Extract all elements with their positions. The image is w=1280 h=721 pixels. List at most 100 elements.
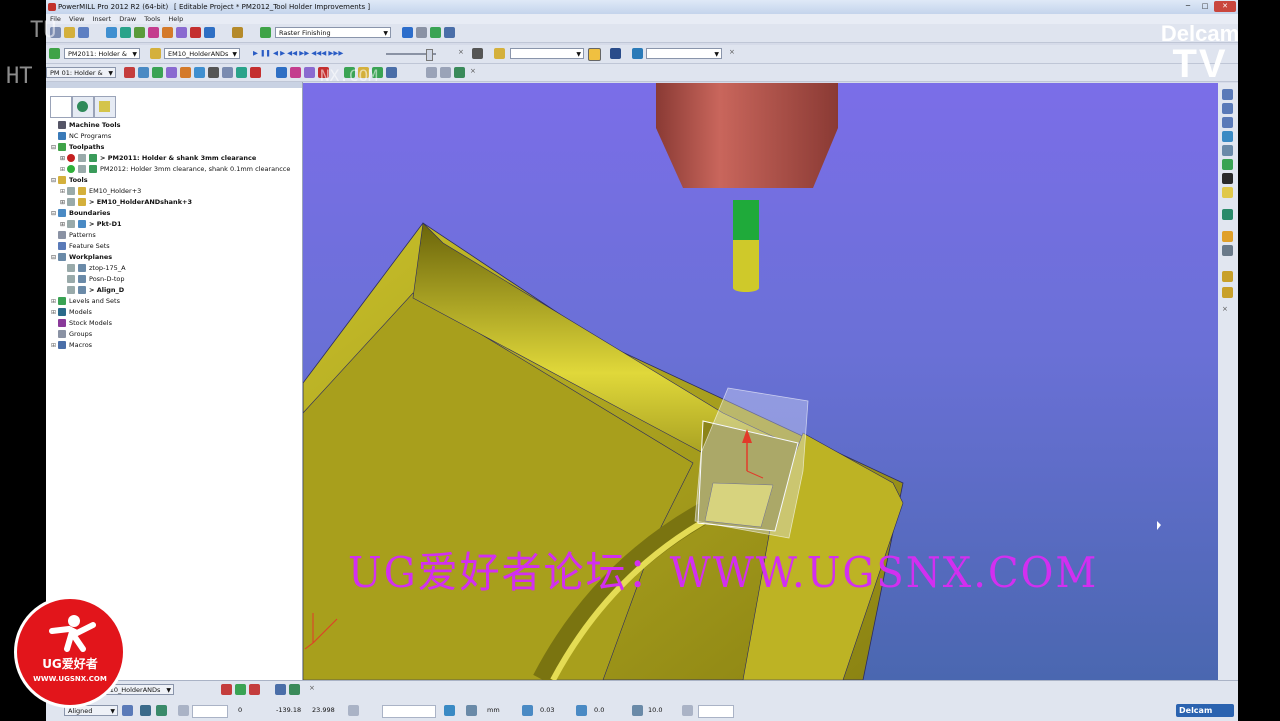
tree-item-groups[interactable]: Groups — [51, 329, 92, 340]
close-toolbar-icon[interactable]: × — [458, 48, 464, 56]
close-x-icon[interactable] — [1222, 173, 1233, 184]
tree-item-boundary-pkt-d1[interactable]: ⊞ > Pkt-D1 — [60, 219, 122, 230]
tool-icon[interactable] — [190, 27, 201, 38]
open-project-icon[interactable] — [64, 27, 75, 38]
view-iso3-icon[interactable] — [1222, 117, 1233, 128]
status-units-icon[interactable] — [444, 705, 455, 716]
tree-item-boundaries[interactable]: ⊟ Boundaries — [51, 208, 110, 219]
delete-icon[interactable] — [250, 67, 261, 78]
menu-tools[interactable]: Tools — [144, 15, 160, 23]
calculate-icon[interactable] — [402, 27, 413, 38]
raster-strategy-icon[interactable] — [260, 27, 271, 38]
status-close-icon[interactable]: × — [309, 684, 315, 692]
menu-view[interactable]: View — [69, 15, 84, 23]
menu-insert[interactable]: Insert — [92, 15, 111, 23]
block-icon[interactable] — [106, 27, 117, 38]
viewmill-icon[interactable] — [588, 48, 601, 61]
status-coord-icon[interactable] — [178, 705, 189, 716]
tree-item-workplane-ztop[interactable]: ztop-175_A — [60, 263, 126, 274]
tree-item-workplane-align-d[interactable]: > Align_D — [60, 285, 124, 296]
save-project-icon[interactable] — [78, 27, 89, 38]
explorer-tab[interactable] — [50, 96, 72, 118]
html-tab[interactable] — [72, 96, 94, 118]
axis-icon[interactable] — [632, 48, 643, 59]
delcam-brand-logo[interactable]: Delcam — [1176, 704, 1234, 717]
machine-icon[interactable] — [610, 48, 621, 59]
tolerance-icon[interactable] — [522, 705, 533, 716]
status-snap-icon[interactable] — [156, 705, 167, 716]
view-top-icon[interactable] — [290, 67, 301, 78]
slider-thumb[interactable] — [426, 49, 433, 61]
status-deactivate-icon[interactable] — [249, 684, 260, 695]
edit-icon[interactable] — [236, 67, 247, 78]
view-front-icon[interactable] — [304, 67, 315, 78]
status-delete-icon[interactable] — [289, 684, 300, 695]
toolpath-strategies-icon[interactable] — [232, 27, 243, 38]
status-angle-icon[interactable] — [682, 705, 693, 716]
tree-item-feature-sets[interactable]: Feature Sets — [51, 241, 110, 252]
stock-check-icon[interactable] — [180, 67, 191, 78]
status-edit-icon[interactable] — [275, 684, 286, 695]
status-toolpath-icon[interactable] — [221, 684, 232, 695]
zoom-out-icon[interactable] — [1222, 159, 1233, 170]
view-iso-icon[interactable] — [276, 67, 287, 78]
rapid-move-icon[interactable] — [120, 27, 131, 38]
globe-view-icon[interactable] — [1222, 245, 1233, 256]
shaded-icon[interactable] — [1222, 209, 1233, 220]
tree-item-patterns[interactable]: Patterns — [51, 230, 96, 241]
status-entry-box[interactable] — [192, 705, 228, 718]
tree-item-workplane-posn[interactable]: Posn-D-top — [60, 274, 125, 285]
status-angle-box[interactable] — [698, 705, 734, 718]
tree-item-tools[interactable]: ⊟ Tools — [51, 175, 88, 186]
tree-item-nc-programs[interactable]: NC Programs — [51, 131, 111, 142]
play-icon[interactable]: ▶ ❚❚ ◀ ▶ ◀◀ ▶▶ ◀◀◀ ▶▶▶ — [253, 48, 343, 59]
tree-item-macros[interactable]: ⊞ Macros — [51, 340, 92, 351]
toolpath-select-small[interactable]: PM 01: Holder & ▼ — [46, 67, 116, 78]
tree-item-toolpath-pm2012[interactable]: ⊞ PM2012: Holder 3mm clearance, shank 0.1… — [60, 164, 290, 175]
globe-icon[interactable] — [454, 67, 465, 78]
close-sim-toolbar-icon[interactable]: × — [729, 48, 735, 56]
tree-item-levels-and-sets[interactable]: ⊞ Levels and Sets — [51, 296, 120, 307]
holder-check-icon[interactable] — [166, 67, 177, 78]
menu-help[interactable]: Help — [168, 15, 183, 23]
gouge-icon[interactable] — [138, 67, 149, 78]
strategy-select[interactable]: Raster Finishing ▼ — [275, 27, 391, 38]
tree-item-workplanes[interactable]: ⊟ Workplanes — [51, 252, 112, 263]
tree-item-toolpaths[interactable]: ⊟ Toolpaths — [51, 142, 104, 153]
close-view-toolbar-icon[interactable]: × — [470, 67, 476, 75]
list-icon[interactable] — [208, 67, 219, 78]
tree-item-stock-models[interactable]: Stock Models — [51, 318, 112, 329]
boundary-icon[interactable] — [204, 27, 215, 38]
tree-item-machine-tools[interactable]: Machine Tools — [51, 120, 120, 131]
view-iso2-icon[interactable] — [1222, 103, 1233, 114]
close-view-icon[interactable]: × — [1222, 305, 1233, 316]
feeds-speeds-icon[interactable] — [134, 27, 145, 38]
status-input-box[interactable] — [382, 705, 436, 718]
close-button[interactable]: ✕ — [1214, 1, 1236, 12]
material-icon[interactable] — [1222, 231, 1233, 242]
box-view-icon[interactable] — [1222, 187, 1233, 198]
sim-select-2[interactable]: ▼ — [646, 48, 722, 59]
thickness-icon[interactable] — [576, 705, 587, 716]
zoom-icon[interactable] — [386, 67, 397, 78]
collision-icon[interactable] — [124, 67, 135, 78]
menu-draw[interactable]: Draw — [119, 15, 136, 23]
status-workplane-icon[interactable] — [122, 705, 133, 716]
zoom-in-icon[interactable] — [1222, 145, 1233, 156]
tree-item-models[interactable]: ⊞ Models — [51, 307, 92, 318]
start-point-icon[interactable] — [162, 27, 173, 38]
verify-icon[interactable] — [152, 67, 163, 78]
status-ruler-icon[interactable] — [466, 705, 477, 716]
table-icon[interactable] — [222, 67, 233, 78]
queue-icon[interactable] — [416, 27, 427, 38]
leads-links-icon[interactable] — [148, 27, 159, 38]
maximize-button[interactable]: □ — [1197, 1, 1213, 12]
tree-item-toolpath-pm2011[interactable]: ⊞ > PM2011: Holder & shank 3mm clearance — [60, 153, 256, 164]
rotate-icon[interactable] — [440, 67, 451, 78]
settings-icon[interactable] — [444, 27, 455, 38]
measure-icon[interactable] — [1222, 287, 1233, 298]
simulation-grid-icon[interactable] — [472, 48, 483, 59]
active-toolpath-select[interactable]: PM2011: Holder & ▼ — [64, 48, 140, 59]
active-tool-select[interactable]: EM10_HolderANDs ▼ — [164, 48, 240, 59]
help-tab[interactable] — [94, 96, 116, 118]
